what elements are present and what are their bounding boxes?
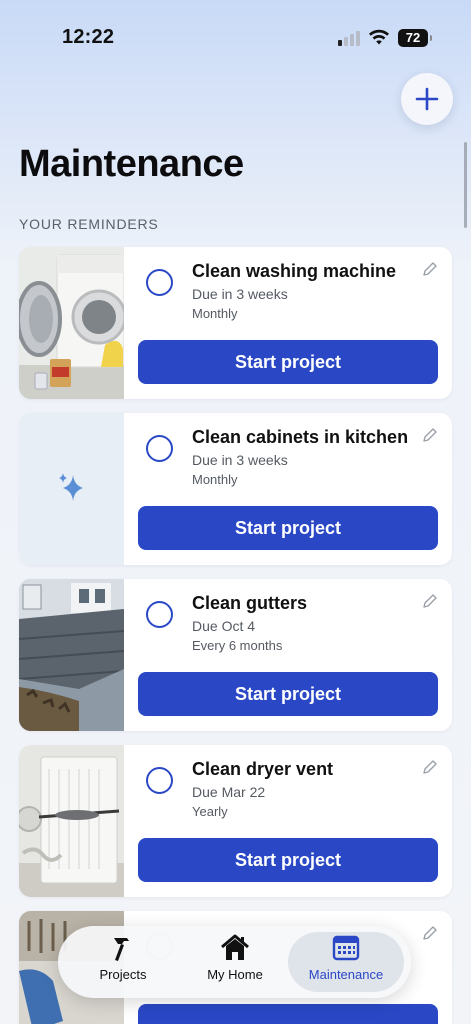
start-project-button[interactable]: Start project <box>138 838 438 882</box>
complete-checkbox[interactable] <box>146 269 173 296</box>
tab-label: My Home <box>207 967 263 982</box>
reminder-card-dryer-vent[interactable]: Clean dryer vent Due Mar 22 Yearly Start… <box>19 745 452 897</box>
status-bar: 12:22 72 <box>0 0 471 70</box>
complete-checkbox[interactable] <box>146 435 173 462</box>
roof-gutter-photo <box>19 579 124 731</box>
edit-pencil-icon[interactable] <box>422 759 438 775</box>
tab-label: Projects <box>99 967 147 982</box>
start-project-button[interactable]: Start project <box>138 506 438 550</box>
reminder-due: Due Mar 22 <box>192 784 266 800</box>
reminder-frequency: Every 6 months <box>192 638 283 653</box>
plus-icon <box>415 87 439 111</box>
edit-pencil-icon[interactable] <box>422 925 438 941</box>
reminder-frequency: Monthly <box>192 472 238 487</box>
tab-bar: Projects My Home Maintenance <box>58 926 411 998</box>
calendar-icon <box>330 932 362 964</box>
add-reminder-button[interactable] <box>401 73 453 125</box>
tab-label: Maintenance <box>308 967 384 982</box>
tab-my-home[interactable]: My Home <box>177 932 293 992</box>
reminder-title: Clean gutters <box>192 593 308 613</box>
start-project-button[interactable] <box>138 1004 438 1024</box>
edit-pencil-icon[interactable] <box>422 261 438 277</box>
reminder-card-kitchen-cabinets[interactable]: Clean cabinets in kitchen Due in 3 weeks… <box>19 413 452 565</box>
reminder-due: Due in 3 weeks <box>192 286 288 302</box>
reminder-frequency: Monthly <box>192 306 238 321</box>
washing-machine-photo <box>19 247 124 399</box>
section-label: YOUR REMINDERS <box>19 216 159 232</box>
wifi-icon <box>369 29 389 45</box>
edit-pencil-icon[interactable] <box>422 593 438 609</box>
complete-checkbox[interactable] <box>146 767 173 794</box>
scroll-indicator[interactable] <box>464 142 467 228</box>
start-project-button[interactable]: Start project <box>138 340 438 384</box>
hammer-icon <box>107 932 139 964</box>
sparkle-placeholder-icon <box>19 413 124 565</box>
reminder-title: Clean washing machine <box>192 261 397 281</box>
start-project-button[interactable]: Start project <box>138 672 438 716</box>
reminder-card-washing-machine[interactable]: Clean washing machine Due in 3 weeks Mon… <box>19 247 452 399</box>
status-time: 12:22 <box>62 26 115 48</box>
reminder-due: Due in 3 weeks <box>192 452 288 468</box>
tab-maintenance[interactable]: Maintenance <box>288 932 404 992</box>
cellular-signal-icon <box>338 31 360 46</box>
complete-checkbox[interactable] <box>146 601 173 628</box>
edit-pencil-icon[interactable] <box>422 427 438 443</box>
reminder-frequency: Yearly <box>192 804 228 819</box>
page-title: Maintenance <box>19 143 244 185</box>
reminder-title: Clean dryer vent <box>192 759 334 779</box>
reminder-title: Clean cabinets in kitchen <box>192 427 409 447</box>
dryer-vent-photo <box>19 745 124 897</box>
reminder-due: Due Oct 4 <box>192 618 256 634</box>
battery-indicator: 72 <box>398 29 432 47</box>
house-icon <box>219 932 251 964</box>
tab-projects[interactable]: Projects <box>65 932 181 992</box>
reminder-card-gutters[interactable]: Clean gutters Due Oct 4 Every 6 months S… <box>19 579 452 731</box>
